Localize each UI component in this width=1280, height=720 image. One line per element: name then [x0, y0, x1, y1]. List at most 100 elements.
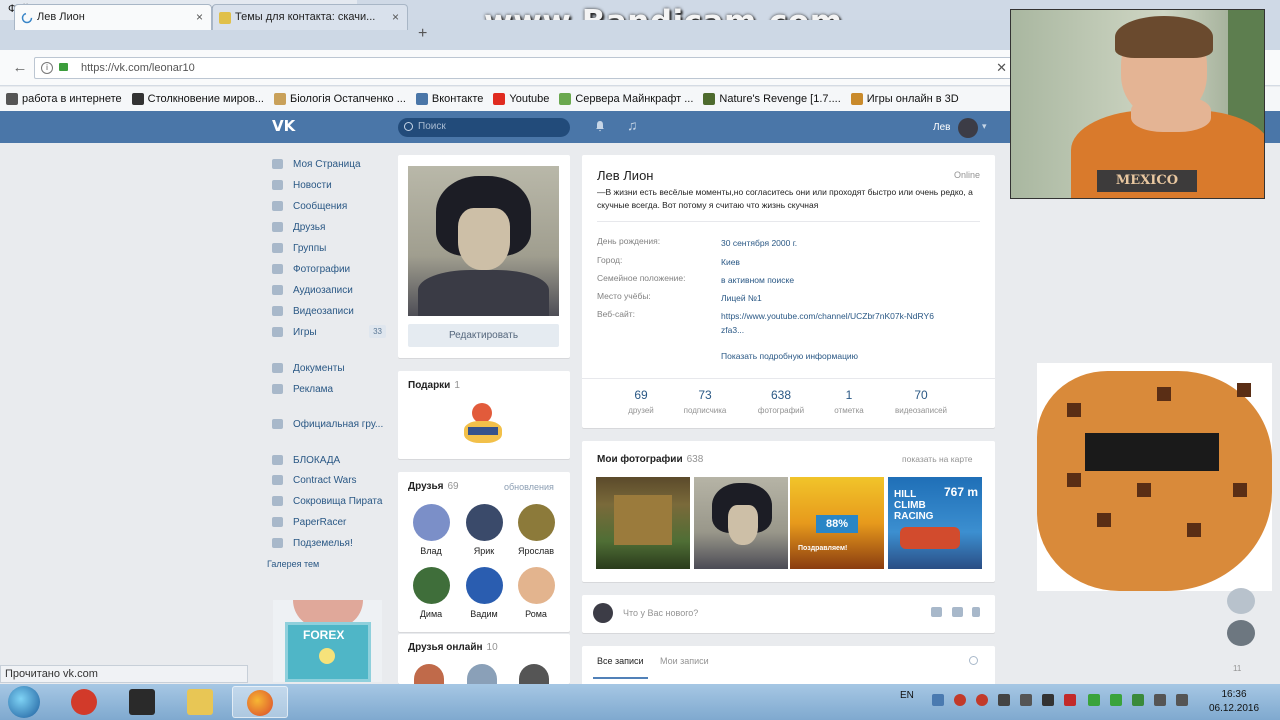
menu-item-photos[interactable]: Фотографии: [272, 259, 390, 279]
vk-logo-icon[interactable]: VK: [272, 117, 298, 135]
tray-icon[interactable]: [1088, 694, 1100, 706]
friends-online-title[interactable]: Друзья онлайн 10: [408, 642, 498, 653]
photo-thumbnail[interactable]: HILL CLIMB RACING 767 m: [888, 477, 982, 569]
bookmark-6[interactable]: Сервера Майнкрафт ...: [559, 93, 693, 105]
menu-item-messages[interactable]: Сообщения: [272, 196, 390, 216]
menu-item-ads[interactable]: Реклама: [272, 379, 390, 399]
taskbar-clock[interactable]: 16:36 06.12.2016: [1206, 688, 1262, 716]
taskbar-app-firefox[interactable]: [232, 686, 288, 718]
bookmark-7[interactable]: Nature's Revenge [1.7....: [703, 93, 841, 105]
bookmark-5[interactable]: Youtube: [493, 93, 549, 105]
taskbar-app-bandicam[interactable]: [58, 686, 114, 718]
friend-item[interactable]: Ярослав: [510, 504, 562, 556]
photo-thumbnail[interactable]: [596, 477, 690, 569]
header-username[interactable]: Лев: [933, 122, 950, 133]
bookmark-1[interactable]: работа в интернете: [6, 93, 122, 105]
bookmark-2[interactable]: Столкновение миров...: [131, 93, 264, 105]
taskbar-app-explorer[interactable]: [174, 686, 230, 718]
language-indicator[interactable]: EN: [900, 690, 914, 701]
site-info-icon[interactable]: i: [41, 62, 53, 74]
checkmark-icon[interactable]: [1110, 694, 1122, 706]
friend-item[interactable]: Влад: [405, 504, 457, 556]
friend-item[interactable]: Рома: [510, 567, 562, 619]
tray-icon[interactable]: [976, 694, 988, 706]
new-post-input[interactable]: Что у Вас нового?: [623, 608, 698, 618]
speaker-icon[interactable]: [1020, 694, 1032, 706]
lock-icon[interactable]: [59, 63, 68, 71]
avatar[interactable]: [1227, 620, 1255, 646]
menu-item-video[interactable]: Видеозаписи: [272, 301, 390, 321]
menu-item-official-group[interactable]: Официальная гру...: [272, 414, 390, 434]
tray-icon[interactable]: [1132, 694, 1144, 706]
show-more-info-link[interactable]: Показать подробную информацию: [721, 351, 858, 361]
counter-friends[interactable]: 69 друзей: [606, 388, 676, 415]
chevron-down-icon[interactable]: ▾: [982, 121, 987, 132]
back-button[interactable]: ←: [8, 58, 32, 80]
url-text[interactable]: https://vk.com/leonar10: [81, 62, 195, 74]
profile-avatar[interactable]: [408, 166, 559, 316]
close-tab-icon[interactable]: ×: [392, 10, 399, 24]
gallery-themes-link[interactable]: Галерея тем: [267, 559, 319, 569]
menu-item-friends[interactable]: Друзья: [272, 217, 390, 237]
forex-ad[interactable]: FOREX: [273, 600, 382, 682]
counter-tags[interactable]: 1 отметка: [814, 388, 884, 415]
counter-followers[interactable]: 73 подписчика: [670, 388, 740, 415]
tab-vk-profile[interactable]: Лев Лион ×: [14, 4, 212, 30]
tray-icon[interactable]: [932, 694, 944, 706]
menu-item-games[interactable]: Игры 33: [272, 322, 390, 342]
camera-icon[interactable]: [931, 607, 942, 617]
url-bar[interactable]: i https://vk.com/leonar10 ✕: [34, 57, 1014, 79]
tab-themes[interactable]: Темы для контакта: скачи... ×: [212, 4, 408, 30]
ati-icon[interactable]: [1064, 694, 1076, 706]
header-avatar[interactable]: [958, 118, 978, 138]
tray-icon[interactable]: [954, 694, 966, 706]
menu-item-app-dungeons[interactable]: Подземелья!: [272, 533, 390, 553]
network-icon[interactable]: [1154, 694, 1166, 706]
photo-thumbnail[interactable]: 88% Поздравляем!: [790, 477, 884, 569]
taskbar-app-movie[interactable]: [116, 686, 172, 718]
bookmark-3[interactable]: Біологія Остапченко ...: [273, 93, 406, 105]
menu-item-app-paperracer[interactable]: PaperRacer: [272, 512, 390, 532]
menu-item-app-pirate[interactable]: Сокровища Пирата: [272, 491, 390, 511]
photo-thumbnail[interactable]: [694, 477, 788, 569]
friends-title[interactable]: Друзья 69: [408, 481, 459, 492]
gifts-title[interactable]: Подарки 1: [408, 380, 460, 391]
close-tab-icon[interactable]: ×: [196, 10, 203, 24]
tab-all-posts[interactable]: Все записи: [597, 656, 644, 666]
bookmark-4[interactable]: Вконтакте: [415, 93, 483, 105]
tab-my-posts[interactable]: Мои записи: [660, 656, 709, 666]
menu-item-app-contract-wars[interactable]: Contract Wars: [272, 470, 390, 490]
vk-search-input[interactable]: Поиск: [398, 118, 570, 137]
counter-photos[interactable]: 638 фотографий: [746, 388, 816, 415]
tray-icon[interactable]: [1042, 694, 1054, 706]
menu-item-news[interactable]: Новости: [272, 175, 390, 195]
photos-title[interactable]: Мои фотографии 638: [597, 454, 703, 465]
counter-videos[interactable]: 70 видеозаписей: [886, 388, 956, 415]
friend-item[interactable]: Ярик: [458, 504, 510, 556]
bell-icon[interactable]: [594, 120, 606, 132]
music-icon[interactable]: [972, 607, 980, 617]
menu-item-app-blockade[interactable]: БЛОКАДА: [272, 450, 390, 470]
stop-icon[interactable]: ✕: [996, 60, 1007, 76]
menu-item-groups[interactable]: Группы: [272, 238, 390, 258]
tray-icon[interactable]: [1176, 694, 1188, 706]
friend-item[interactable]: Дима: [405, 567, 457, 619]
music-icon[interactable]: ♫: [627, 117, 638, 133]
gift-icon[interactable]: [460, 401, 506, 447]
menu-item-documents[interactable]: Документы: [272, 358, 390, 378]
bookmark-8[interactable]: Игры онлайн в 3D: [850, 93, 959, 105]
edit-profile-button[interactable]: Редактировать: [408, 324, 559, 347]
loading-icon: [21, 12, 33, 24]
friends-updates-link[interactable]: обновления: [504, 482, 554, 492]
search-icon[interactable]: [969, 656, 978, 665]
profile-status-text[interactable]: —В жизни есть весёлые моменты,но согласи…: [597, 186, 982, 212]
tray-icon[interactable]: [998, 694, 1010, 706]
menu-item-my-page[interactable]: Моя Страница: [272, 154, 390, 174]
start-button[interactable]: [8, 686, 40, 718]
menu-item-audio[interactable]: Аудиозаписи: [272, 280, 390, 300]
friend-item[interactable]: Вадим: [458, 567, 510, 619]
new-tab-button[interactable]: +: [418, 25, 427, 43]
show-on-map-link[interactable]: показать на карте: [902, 454, 972, 464]
avatar[interactable]: [1227, 588, 1255, 614]
video-icon[interactable]: [952, 607, 963, 617]
